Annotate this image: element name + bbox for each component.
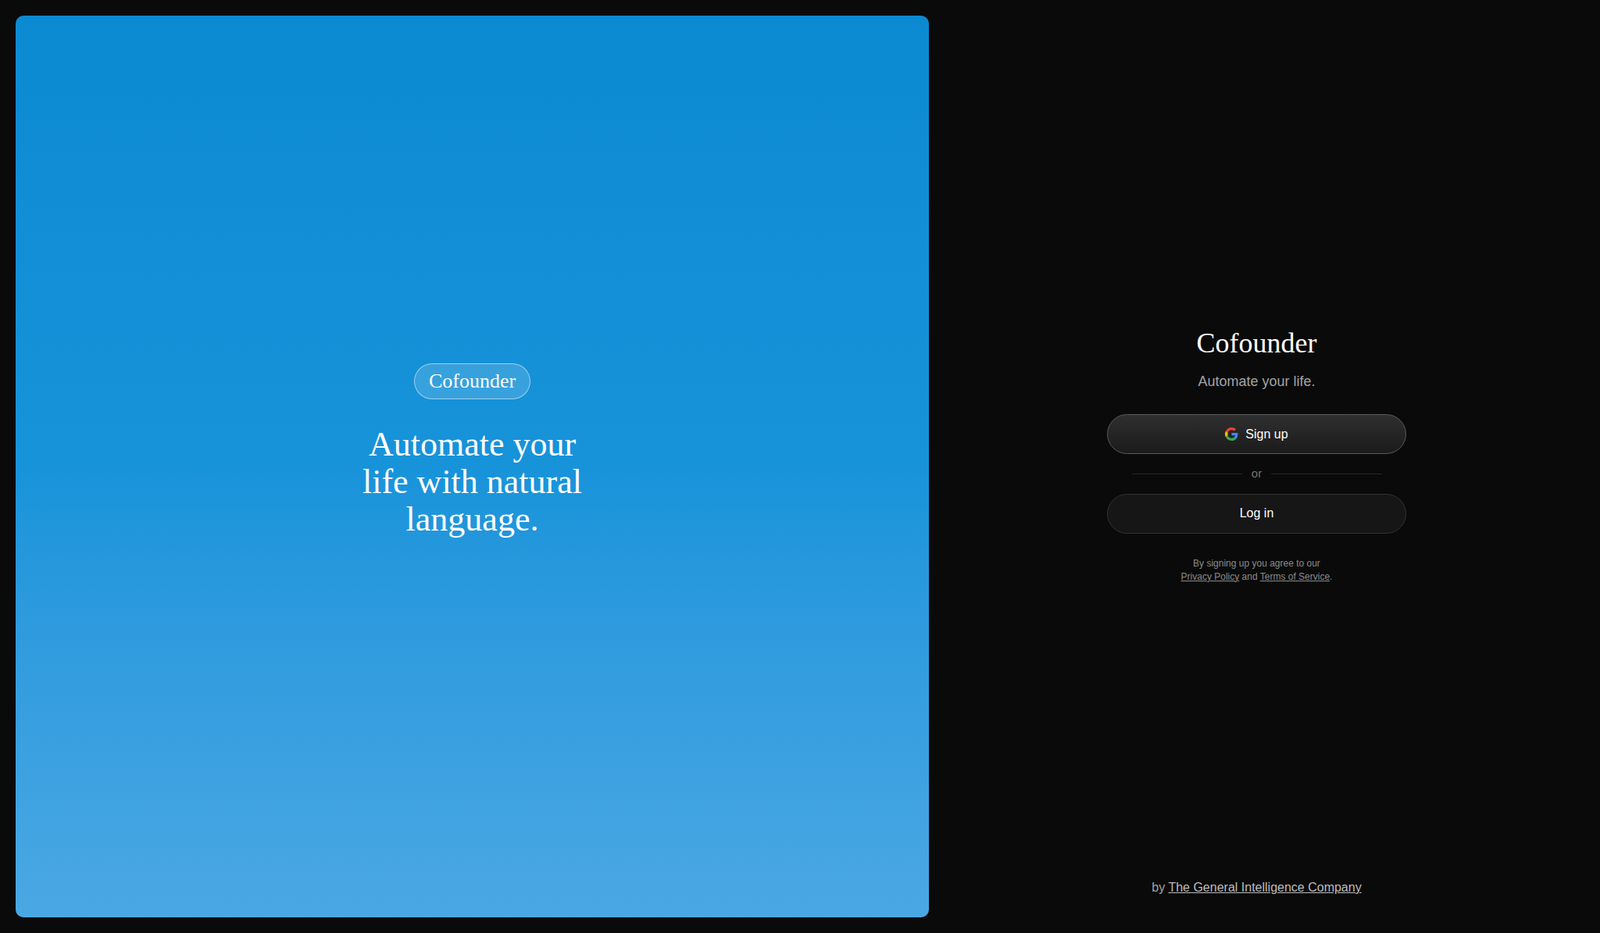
terms-link[interactable]: Terms of Service xyxy=(1260,571,1330,583)
company-link[interactable]: The General Intelligence Company xyxy=(1167,880,1361,894)
legal-text: By signing up you agree to ourPrivacy Po… xyxy=(1181,557,1333,584)
privacy-link[interactable]: Privacy Policy xyxy=(1181,571,1240,583)
auth-form: Cofounder Automate your life. Sign up or Log… xyxy=(1107,15,1407,879)
auth-subtitle: Automate your life. xyxy=(1197,371,1315,393)
login-button[interactable]: Log in xyxy=(1107,493,1407,534)
hero-panel: Cofounder Automate your life with natural… xyxy=(15,15,929,918)
divider: or xyxy=(1132,464,1383,483)
auth-column: Cofounder Automate your life. Sign up or Log… xyxy=(928,15,1585,918)
google-icon xyxy=(1225,427,1239,441)
signup-button[interactable]: Sign up xyxy=(1107,414,1407,454)
divider-line xyxy=(1132,473,1243,475)
footer: by The General Intelligence Company xyxy=(1151,878,1361,918)
auth-title: Cofounder xyxy=(1196,325,1318,361)
page: Cofounder Automate your life with natural… xyxy=(0,0,1600,933)
divider-line xyxy=(1271,473,1382,475)
hero-headline: Automate your life with natural language… xyxy=(347,425,598,539)
hero-badge: Cofounder xyxy=(414,363,531,400)
